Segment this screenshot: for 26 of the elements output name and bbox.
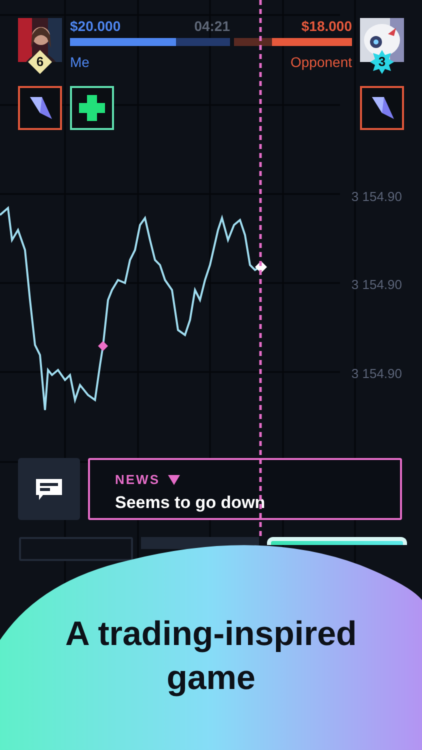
current-price-marker-icon [255, 261, 267, 273]
timer: 04:21 [194, 18, 230, 34]
level-number: 6 [36, 55, 44, 69]
health-powerup-button[interactable] [70, 86, 114, 130]
plus-icon [79, 95, 105, 121]
news-label: NEWS [115, 471, 160, 489]
news-message: Seems to go down [115, 492, 266, 514]
price-label: 3 154.90 [351, 276, 402, 294]
chat-button[interactable] [18, 458, 80, 520]
entry-marker-icon [98, 341, 108, 351]
lightning-powerup-button[interactable] [18, 86, 62, 130]
star-badge-icon [370, 50, 394, 74]
price-label: 3 154.90 [351, 188, 402, 206]
lightning-icon [28, 95, 52, 121]
level-number: 3 [378, 55, 386, 69]
lightning-icon [370, 95, 394, 121]
dropdown-triangle-icon [168, 474, 180, 485]
opponent-name: Opponent [290, 54, 352, 70]
chat-icon [35, 478, 63, 500]
price-label: 3 154.90 [351, 365, 402, 383]
player-name: Me [70, 54, 90, 70]
lightning-powerup-button[interactable] [360, 86, 404, 130]
opponent-money: $18.000 [301, 18, 352, 34]
caption: A trading-inspired game [64, 614, 358, 699]
diamond-badge-icon [28, 50, 52, 74]
player-money: $20.000 [70, 18, 121, 34]
